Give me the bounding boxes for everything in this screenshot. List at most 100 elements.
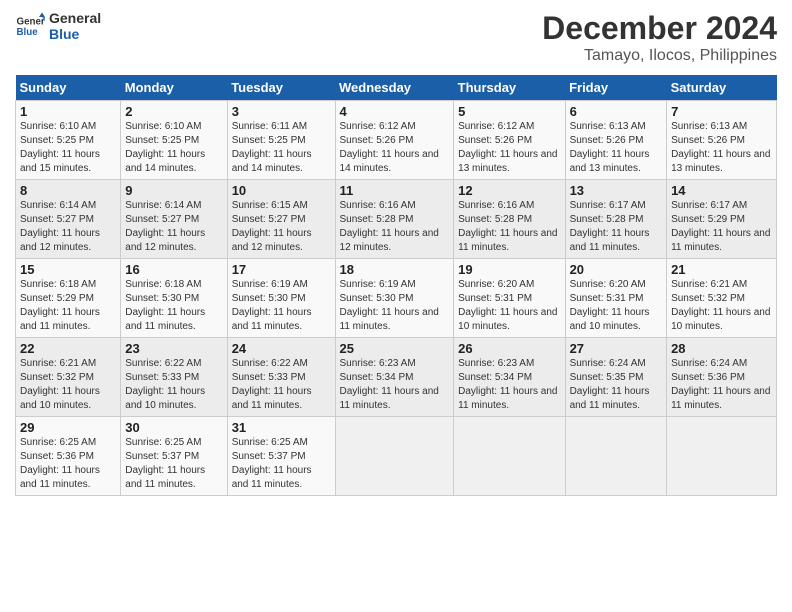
header-row: Sunday Monday Tuesday Wednesday Thursday… [16, 75, 777, 101]
day-detail: Sunrise: 6:18 AMSunset: 5:29 PMDaylight:… [20, 278, 116, 334]
table-row: 7Sunrise: 6:13 AMSunset: 5:26 PMDaylight… [667, 101, 777, 180]
day-number: 2 [125, 104, 222, 119]
day-detail: Sunrise: 6:14 AMSunset: 5:27 PMDaylight:… [125, 199, 222, 255]
day-number: 9 [125, 183, 222, 198]
day-detail: Sunrise: 6:19 AMSunset: 5:30 PMDaylight:… [340, 278, 450, 334]
table-row: 11Sunrise: 6:16 AMSunset: 5:28 PMDayligh… [335, 180, 454, 259]
table-row: 16Sunrise: 6:18 AMSunset: 5:30 PMDayligh… [121, 259, 227, 338]
day-number: 4 [340, 104, 450, 119]
day-number: 7 [671, 104, 772, 119]
header-saturday: Saturday [667, 75, 777, 101]
table-row: 2Sunrise: 6:10 AMSunset: 5:25 PMDaylight… [121, 101, 227, 180]
day-number: 13 [570, 183, 663, 198]
header-monday: Monday [121, 75, 227, 101]
logo: General Blue General Blue [15, 10, 101, 42]
table-row: 6Sunrise: 6:13 AMSunset: 5:26 PMDaylight… [565, 101, 667, 180]
day-number: 1 [20, 104, 116, 119]
day-number: 31 [232, 420, 331, 435]
day-detail: Sunrise: 6:23 AMSunset: 5:34 PMDaylight:… [458, 357, 560, 413]
day-number: 18 [340, 262, 450, 277]
day-detail: Sunrise: 6:22 AMSunset: 5:33 PMDaylight:… [125, 357, 222, 413]
table-row: 12Sunrise: 6:16 AMSunset: 5:28 PMDayligh… [454, 180, 565, 259]
day-detail: Sunrise: 6:14 AMSunset: 5:27 PMDaylight:… [20, 199, 116, 255]
table-row: 25Sunrise: 6:23 AMSunset: 5:34 PMDayligh… [335, 338, 454, 417]
table-row: 27Sunrise: 6:24 AMSunset: 5:35 PMDayligh… [565, 338, 667, 417]
table-row: 24Sunrise: 6:22 AMSunset: 5:33 PMDayligh… [227, 338, 335, 417]
page-header: General Blue General Blue December 2024 … [15, 10, 777, 65]
calendar-subtitle: Tamayo, Ilocos, Philippines [542, 47, 777, 65]
day-number: 27 [570, 341, 663, 356]
table-row: 20Sunrise: 6:20 AMSunset: 5:31 PMDayligh… [565, 259, 667, 338]
table-row: 22Sunrise: 6:21 AMSunset: 5:32 PMDayligh… [16, 338, 121, 417]
logo-line2: Blue [49, 26, 101, 42]
day-number: 24 [232, 341, 331, 356]
day-detail: Sunrise: 6:13 AMSunset: 5:26 PMDaylight:… [671, 120, 772, 176]
day-number: 28 [671, 341, 772, 356]
day-detail: Sunrise: 6:10 AMSunset: 5:25 PMDaylight:… [125, 120, 222, 176]
table-row: 1Sunrise: 6:10 AMSunset: 5:25 PMDaylight… [16, 101, 121, 180]
logo-icon: General Blue [15, 11, 45, 41]
day-detail: Sunrise: 6:13 AMSunset: 5:26 PMDaylight:… [570, 120, 663, 176]
day-number: 12 [458, 183, 560, 198]
day-detail: Sunrise: 6:10 AMSunset: 5:25 PMDaylight:… [20, 120, 116, 176]
header-thursday: Thursday [454, 75, 565, 101]
title-block: December 2024 Tamayo, Ilocos, Philippine… [542, 10, 777, 65]
day-detail: Sunrise: 6:21 AMSunset: 5:32 PMDaylight:… [671, 278, 772, 334]
table-row: 18Sunrise: 6:19 AMSunset: 5:30 PMDayligh… [335, 259, 454, 338]
table-row: 14Sunrise: 6:17 AMSunset: 5:29 PMDayligh… [667, 180, 777, 259]
calendar-week-2: 15Sunrise: 6:18 AMSunset: 5:29 PMDayligh… [16, 259, 777, 338]
day-detail: Sunrise: 6:15 AMSunset: 5:27 PMDaylight:… [232, 199, 331, 255]
table-row [454, 417, 565, 496]
calendar-week-3: 22Sunrise: 6:21 AMSunset: 5:32 PMDayligh… [16, 338, 777, 417]
table-row: 15Sunrise: 6:18 AMSunset: 5:29 PMDayligh… [16, 259, 121, 338]
day-detail: Sunrise: 6:25 AMSunset: 5:37 PMDaylight:… [125, 436, 222, 492]
calendar-week-0: 1Sunrise: 6:10 AMSunset: 5:25 PMDaylight… [16, 101, 777, 180]
table-row: 29Sunrise: 6:25 AMSunset: 5:36 PMDayligh… [16, 417, 121, 496]
day-number: 26 [458, 341, 560, 356]
day-number: 29 [20, 420, 116, 435]
svg-text:General: General [17, 17, 46, 28]
table-row: 4Sunrise: 6:12 AMSunset: 5:26 PMDaylight… [335, 101, 454, 180]
day-number: 25 [340, 341, 450, 356]
day-number: 16 [125, 262, 222, 277]
table-row: 30Sunrise: 6:25 AMSunset: 5:37 PMDayligh… [121, 417, 227, 496]
day-number: 19 [458, 262, 560, 277]
table-row: 10Sunrise: 6:15 AMSunset: 5:27 PMDayligh… [227, 180, 335, 259]
day-detail: Sunrise: 6:17 AMSunset: 5:28 PMDaylight:… [570, 199, 663, 255]
day-number: 8 [20, 183, 116, 198]
table-row: 13Sunrise: 6:17 AMSunset: 5:28 PMDayligh… [565, 180, 667, 259]
svg-text:Blue: Blue [17, 27, 39, 38]
day-detail: Sunrise: 6:24 AMSunset: 5:35 PMDaylight:… [570, 357, 663, 413]
day-detail: Sunrise: 6:21 AMSunset: 5:32 PMDaylight:… [20, 357, 116, 413]
day-detail: Sunrise: 6:24 AMSunset: 5:36 PMDaylight:… [671, 357, 772, 413]
table-row: 8Sunrise: 6:14 AMSunset: 5:27 PMDaylight… [16, 180, 121, 259]
day-detail: Sunrise: 6:25 AMSunset: 5:36 PMDaylight:… [20, 436, 116, 492]
day-detail: Sunrise: 6:12 AMSunset: 5:26 PMDaylight:… [458, 120, 560, 176]
header-tuesday: Tuesday [227, 75, 335, 101]
table-row [335, 417, 454, 496]
day-detail: Sunrise: 6:17 AMSunset: 5:29 PMDaylight:… [671, 199, 772, 255]
table-row [667, 417, 777, 496]
day-number: 11 [340, 183, 450, 198]
table-row: 31Sunrise: 6:25 AMSunset: 5:37 PMDayligh… [227, 417, 335, 496]
table-row [565, 417, 667, 496]
calendar-title: December 2024 [542, 10, 777, 47]
logo-line1: General [49, 10, 101, 26]
day-number: 5 [458, 104, 560, 119]
day-number: 3 [232, 104, 331, 119]
header-sunday: Sunday [16, 75, 121, 101]
day-detail: Sunrise: 6:22 AMSunset: 5:33 PMDaylight:… [232, 357, 331, 413]
day-number: 6 [570, 104, 663, 119]
table-row: 19Sunrise: 6:20 AMSunset: 5:31 PMDayligh… [454, 259, 565, 338]
day-detail: Sunrise: 6:11 AMSunset: 5:25 PMDaylight:… [232, 120, 331, 176]
calendar-table: Sunday Monday Tuesday Wednesday Thursday… [15, 75, 777, 496]
table-row: 26Sunrise: 6:23 AMSunset: 5:34 PMDayligh… [454, 338, 565, 417]
header-wednesday: Wednesday [335, 75, 454, 101]
day-detail: Sunrise: 6:16 AMSunset: 5:28 PMDaylight:… [458, 199, 560, 255]
table-row: 21Sunrise: 6:21 AMSunset: 5:32 PMDayligh… [667, 259, 777, 338]
day-detail: Sunrise: 6:12 AMSunset: 5:26 PMDaylight:… [340, 120, 450, 176]
day-detail: Sunrise: 6:19 AMSunset: 5:30 PMDaylight:… [232, 278, 331, 334]
day-detail: Sunrise: 6:20 AMSunset: 5:31 PMDaylight:… [570, 278, 663, 334]
table-row: 23Sunrise: 6:22 AMSunset: 5:33 PMDayligh… [121, 338, 227, 417]
day-detail: Sunrise: 6:23 AMSunset: 5:34 PMDaylight:… [340, 357, 450, 413]
